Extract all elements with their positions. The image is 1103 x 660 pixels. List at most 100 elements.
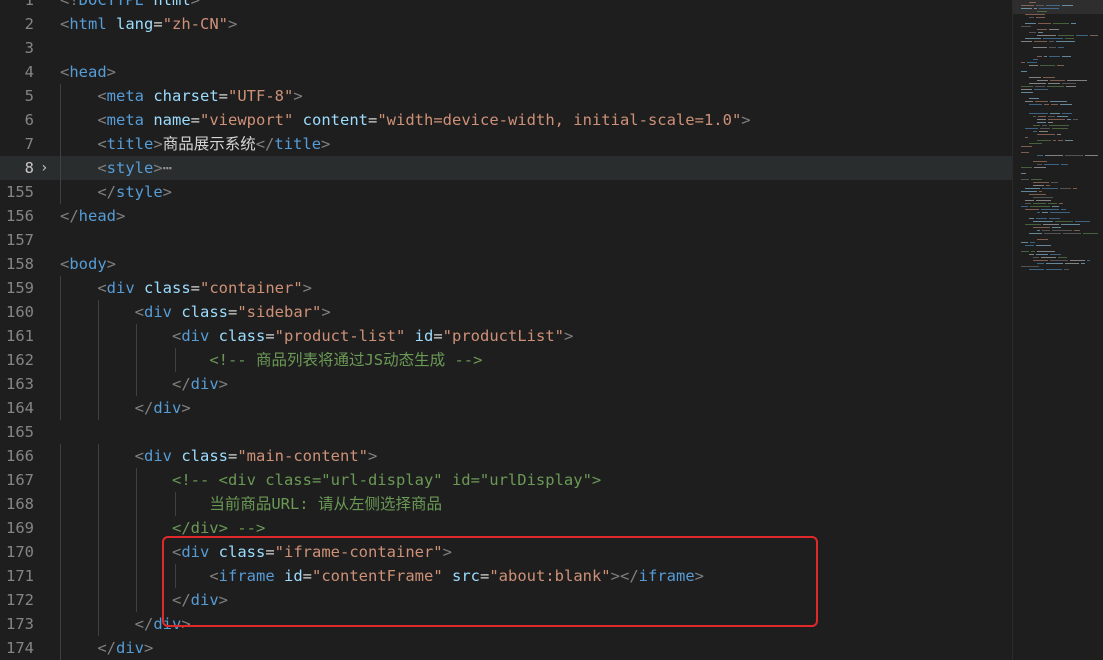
code-line[interactable]: 5 <meta charset="UTF-8"> — [0, 84, 1012, 108]
minimap-stroke — [1050, 101, 1067, 102]
line-number: 168 — [6, 495, 34, 513]
minimap-stroke — [1053, 140, 1056, 141]
minimap-stroke — [1037, 35, 1056, 36]
code-text[interactable]: <!-- 商品列表将通过JS动态生成 --> — [60, 348, 482, 372]
minimap-stroke — [1034, 41, 1047, 42]
code-token: head — [78, 207, 116, 225]
code-line[interactable]: 166 <div class="main-content"> — [0, 444, 1012, 468]
code-line[interactable]: 4 <head> — [0, 60, 1012, 84]
code-token: < — [97, 111, 107, 129]
minimap-stroke — [1036, 245, 1051, 246]
code-text[interactable]: </head> — [60, 204, 125, 228]
code-text[interactable]: <head> — [60, 60, 116, 84]
code-token: class — [172, 303, 228, 321]
code-token: > — [302, 279, 313, 297]
code-line[interactable]: 164 </div> — [0, 396, 1012, 420]
code-text[interactable]: <title>商品展示系统</title> — [60, 132, 330, 156]
minimap-stroke — [1065, 263, 1079, 264]
code-text[interactable]: <div class="container"> — [60, 276, 312, 300]
minimap-stroke — [1044, 104, 1049, 105]
code-text[interactable]: 当前商品URL: 请从左侧选择商品 — [60, 492, 442, 516]
code-text[interactable]: <meta name="viewport" content="width=dev… — [60, 108, 750, 132]
code-text[interactable]: <html lang="zh-CN"> — [60, 12, 237, 36]
code-token: </ — [255, 135, 275, 153]
code-text[interactable]: </div> — [60, 636, 153, 660]
minimap[interactable] — [1012, 0, 1103, 660]
line-number: 167 — [6, 471, 34, 489]
minimap-stroke — [1036, 200, 1051, 201]
minimap-stroke — [1050, 260, 1068, 261]
minimap-stroke — [1036, 218, 1047, 219]
code-text[interactable]: <div class="product-list" id="productLis… — [60, 324, 573, 348]
code-line[interactable]: 167 <!-- <div class="url-display" id="ur… — [0, 468, 1012, 492]
code-text[interactable]: </div> — [60, 396, 191, 420]
code-token: 商品展示系统 — [162, 135, 256, 153]
code-line[interactable]: 6 <meta name="viewport" content="width=d… — [0, 108, 1012, 132]
code-editor[interactable]: 1 <!DOCTYPE html> 2 <html lang="zh-CN"> 3 4 <h… — [0, 0, 1103, 660]
minimap-stroke — [1050, 113, 1060, 114]
code-line[interactable]: 174 </div> — [0, 636, 1012, 660]
code-text[interactable]: <div class="main-content"> — [60, 444, 378, 468]
line-number: 3 — [24, 39, 34, 57]
minimap-stroke — [1066, 86, 1076, 87]
minimap-stroke — [1034, 167, 1046, 168]
code-line[interactable]: 8 › <style>⋯ — [0, 156, 1012, 180]
minimap-stroke — [1037, 230, 1040, 231]
code-text[interactable]: <body> — [60, 252, 116, 276]
code-token: < — [134, 447, 144, 465]
code-line[interactable]: 159 <div class="container"> — [0, 276, 1012, 300]
code-line[interactable]: 161 <div class="product-list" id="produc… — [0, 324, 1012, 348]
code-text[interactable]: <div class="sidebar"> — [60, 300, 331, 324]
code-text[interactable]: </style> — [60, 180, 172, 204]
minimap-stroke — [1029, 77, 1041, 78]
minimap-stroke — [1029, 269, 1044, 270]
code-text[interactable]: </div> — [60, 372, 228, 396]
code-line[interactable]: 165 — [0, 420, 1012, 444]
annotation-highlight-box — [162, 536, 818, 627]
minimap-stroke — [1027, 62, 1037, 63]
code-token: > — [116, 207, 126, 225]
code-line[interactable]: 162 <!-- 商品列表将通过JS动态生成 --> — [0, 348, 1012, 372]
minimap-stroke — [1044, 233, 1061, 234]
minimap-stroke — [1056, 41, 1075, 42]
code-token: > — [564, 327, 574, 345]
code-line[interactable]: 158 <body> — [0, 252, 1012, 276]
code-line[interactable]: 163 </div> — [0, 372, 1012, 396]
code-token: charset — [144, 87, 219, 105]
code-token: meta — [106, 111, 144, 129]
code-line[interactable]: 156 </head> — [0, 204, 1012, 228]
code-line[interactable]: 155 </style> — [0, 180, 1012, 204]
code-line[interactable]: 168 当前商品URL: 请从左侧选择商品 — [0, 492, 1012, 516]
fold-chevron-icon[interactable]: › — [40, 156, 48, 180]
code-line[interactable]: 157 — [0, 228, 1012, 252]
code-line[interactable]: 3 — [0, 36, 1012, 60]
code-line[interactable]: 160 <div class="sidebar"> — [0, 300, 1012, 324]
code-text[interactable]: <!-- <div class="url-display" id="urlDis… — [60, 468, 601, 492]
code-line[interactable]: 7 <title>商品展示系统</title> — [0, 132, 1012, 156]
minimap-stroke — [1052, 230, 1072, 231]
code-token: = — [218, 87, 228, 105]
minimap-stroke — [1048, 203, 1057, 204]
code-text[interactable]: <meta charset="UTF-8"> — [60, 84, 302, 108]
code-token: < — [60, 15, 70, 33]
code-text[interactable]: <style>⋯ — [60, 156, 172, 180]
minimap-stroke — [1050, 212, 1070, 213]
minimap-stroke — [1073, 119, 1078, 120]
code-token: < — [97, 87, 107, 105]
code-line[interactable]: 2 <html lang="zh-CN"> — [0, 12, 1012, 36]
line-number: 171 — [6, 567, 34, 585]
code-text[interactable]: <!DOCTYPE html> — [60, 0, 200, 12]
code-token: <!-- 商品列表将通过JS动态生成 --> — [209, 351, 483, 369]
code-token: "UTF-8" — [228, 87, 294, 105]
minimap-stroke — [1029, 254, 1034, 255]
code-token: > — [153, 159, 163, 177]
minimap-stroke — [1037, 119, 1046, 120]
line-number: 2 — [24, 15, 34, 33]
minimap-stroke — [1081, 263, 1085, 264]
minimap-slider[interactable] — [1013, 0, 1103, 14]
minimap-stroke — [1021, 86, 1033, 87]
code-line[interactable]: 1 <!DOCTYPE html> — [0, 0, 1012, 12]
minimap-stroke — [1021, 179, 1029, 180]
line-number: 160 — [6, 303, 34, 321]
